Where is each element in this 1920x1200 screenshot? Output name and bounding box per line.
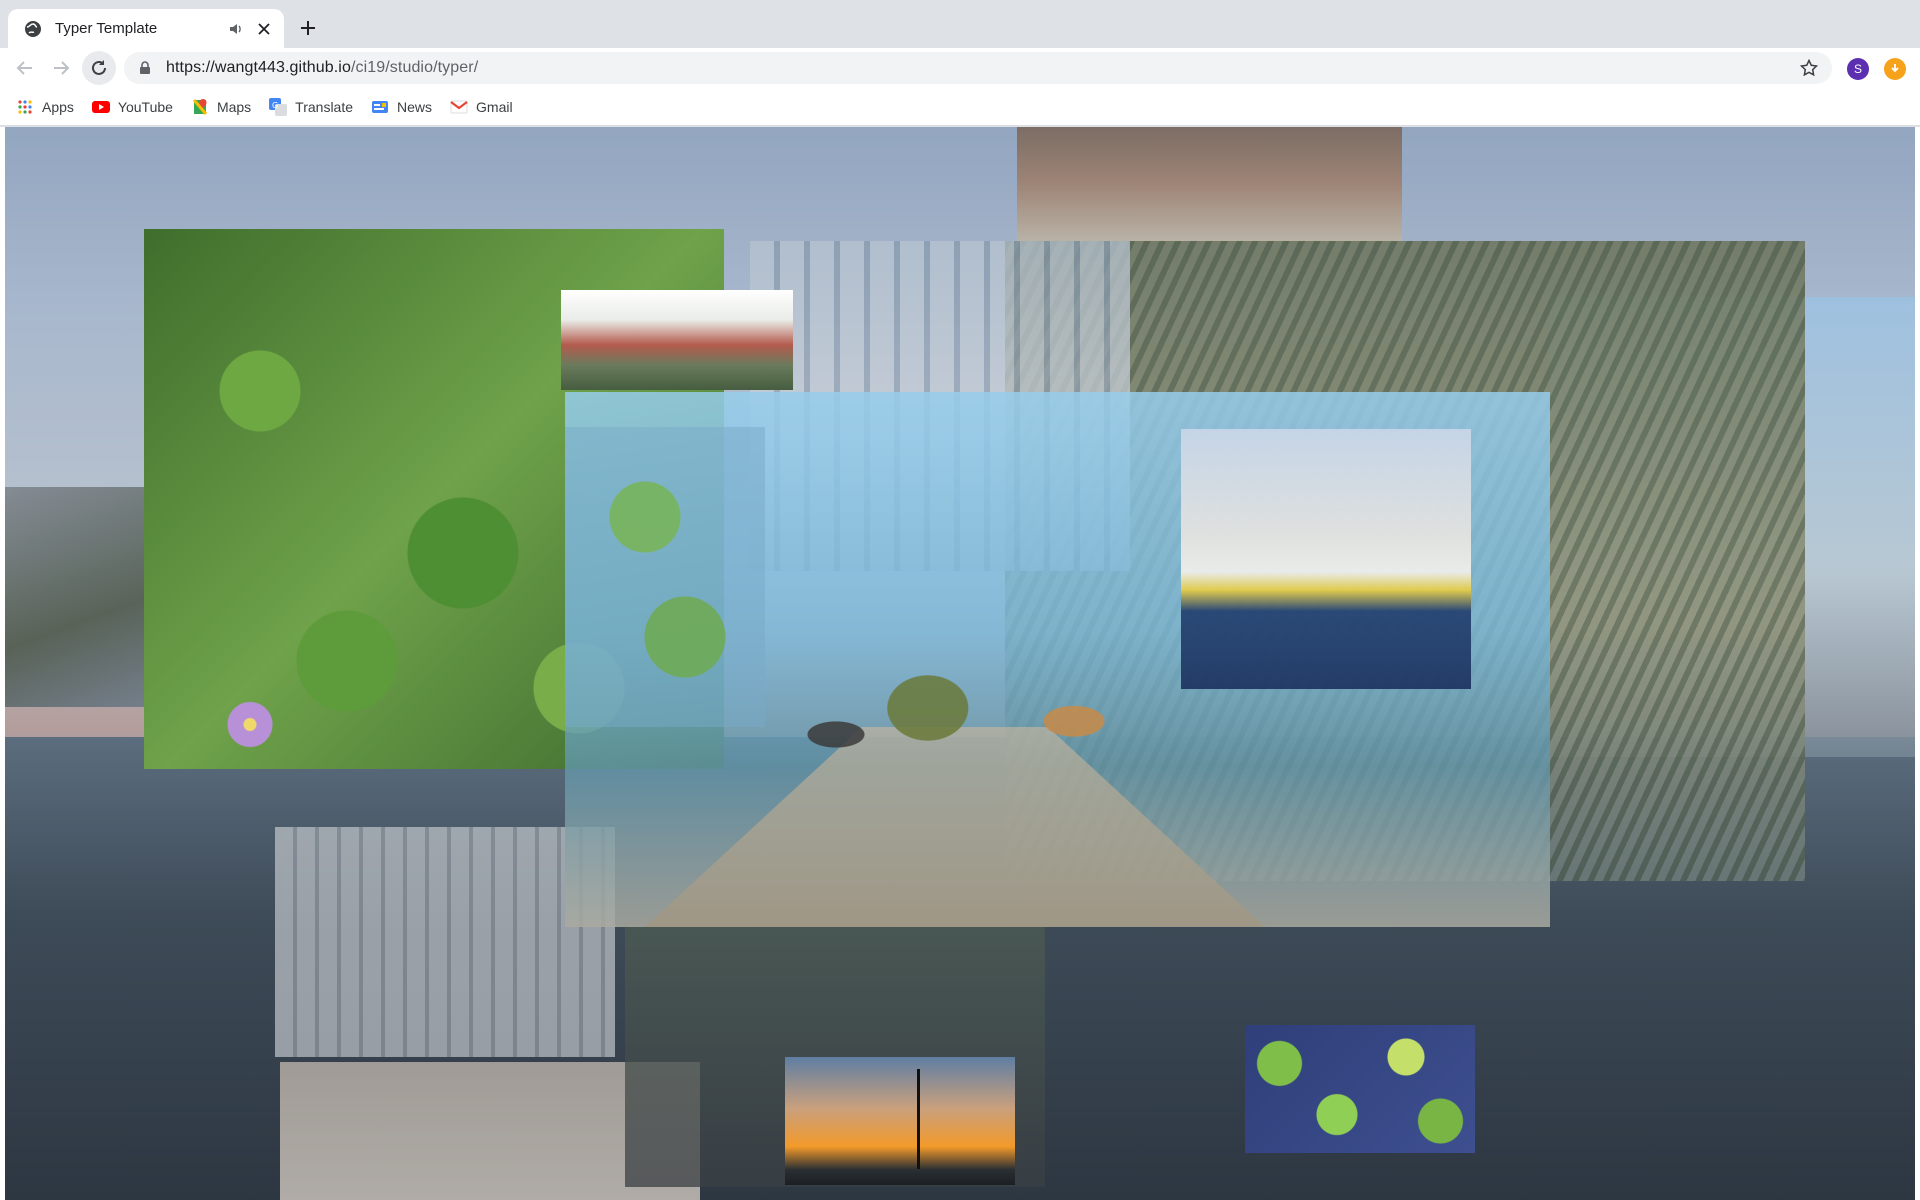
- translate-icon: G: [269, 97, 288, 116]
- address-bar[interactable]: https://wangt443.github.io/ci19/studio/t…: [124, 52, 1832, 84]
- reload-icon: [92, 60, 106, 75]
- arrow-right-icon: [54, 61, 70, 75]
- browser-toolbar: https://wangt443.github.io/ci19/studio/t…: [0, 48, 1920, 88]
- bookmark-translate[interactable]: G Translate: [269, 93, 353, 121]
- roof-photo: [1017, 127, 1402, 242]
- new-tab-button[interactable]: [296, 16, 320, 40]
- bookmark-maps[interactable]: Maps: [191, 93, 251, 121]
- lily-pads-overlay-photo: [565, 427, 765, 727]
- tab-title: Typer Template: [55, 20, 158, 37]
- forward-button[interactable]: [49, 56, 73, 80]
- bookmark-label: YouTube: [117, 98, 173, 115]
- close-tab-icon[interactable]: [254, 19, 274, 39]
- apps-grid-icon: [16, 98, 34, 116]
- sunset-sailboat-photo: [785, 1057, 1015, 1185]
- plus-icon: [301, 21, 315, 35]
- gmail-icon: [450, 98, 468, 116]
- url-text[interactable]: https://wangt443.github.io/ci19/studio/t…: [166, 59, 478, 77]
- bookmark-label: Maps: [216, 98, 252, 115]
- news-icon: [371, 98, 389, 116]
- reload-button[interactable]: [82, 51, 116, 85]
- page-viewport: [0, 127, 1920, 1200]
- speaker-icon[interactable]: [228, 21, 244, 37]
- globe-icon: [23, 19, 43, 39]
- url-host: https://wangt443.github.io: [166, 59, 351, 76]
- town-photo: [561, 290, 793, 390]
- bookmark-apps[interactable]: Apps: [16, 93, 74, 121]
- bookmark-label: Gmail: [476, 98, 513, 115]
- lock-icon[interactable]: [138, 61, 152, 75]
- hills-photo: [5, 487, 145, 707]
- browser-tab[interactable]: Typer Template: [8, 9, 284, 48]
- tab-strip: Typer Template: [0, 0, 1920, 48]
- extension-icon[interactable]: [1884, 58, 1906, 80]
- white-building-photo: [275, 827, 615, 1057]
- url-path: /ci19/studio/typer/: [350, 59, 479, 76]
- water-lily-flower-photo: [220, 697, 280, 752]
- bookmark-news[interactable]: News: [371, 93, 432, 121]
- bookmark-label: News: [397, 98, 433, 115]
- sailboat-mast: [917, 1069, 920, 1169]
- maps-icon: [191, 98, 209, 116]
- bookmark-label: Translate: [295, 98, 354, 115]
- back-button[interactable]: [13, 56, 37, 80]
- bookmark-youtube[interactable]: YouTube: [91, 93, 173, 121]
- bookmark-gmail[interactable]: Gmail: [450, 93, 513, 121]
- bookmark-label: Apps: [42, 98, 74, 115]
- lily-pads-photo: [1245, 1025, 1475, 1153]
- arrow-left-icon: [16, 61, 32, 75]
- svg-text:G: G: [272, 101, 278, 110]
- walkers-photo: [785, 602, 1125, 867]
- ferry-photo: [1181, 429, 1471, 689]
- photo-collage: [5, 127, 1915, 1200]
- youtube-icon: [91, 98, 110, 116]
- bookmarks-bar: Apps YouTube Maps G Translate News Gmail: [0, 88, 1920, 126]
- bookmark-star-icon[interactable]: [1799, 58, 1819, 77]
- profile-avatar[interactable]: S: [1847, 58, 1869, 80]
